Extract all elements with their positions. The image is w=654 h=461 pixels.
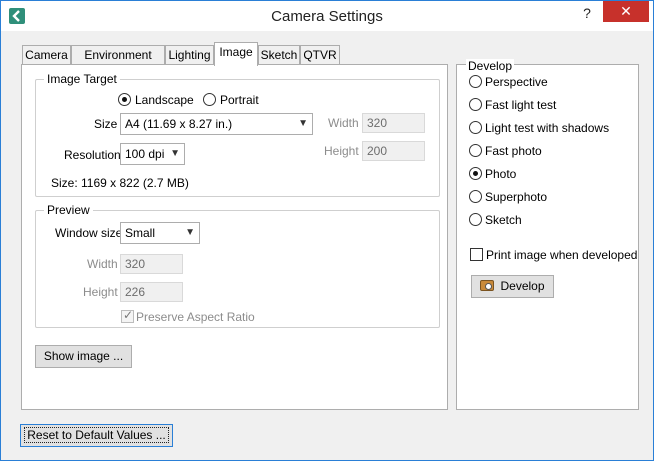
develop-option-perspective[interactable]: Perspective: [485, 75, 548, 89]
develop-option-light-test-shadows-radio[interactable]: [469, 121, 482, 134]
tab-environment[interactable]: Environment: [71, 45, 165, 65]
develop-option-fast-photo[interactable]: Fast photo: [485, 144, 542, 158]
tab-qtvr[interactable]: QTVR: [300, 45, 340, 65]
develop-option-fast-light-test-radio[interactable]: [469, 98, 482, 111]
develop-option-perspective-radio[interactable]: [469, 75, 482, 88]
develop-option-superphoto-radio[interactable]: [469, 190, 482, 203]
preview-group: Preview Window size Small ▼ Width 320 He…: [35, 203, 440, 328]
develop-option-superphoto[interactable]: Superphoto: [485, 190, 547, 204]
window-size-label: Window size: [55, 226, 123, 240]
camera-settings-window: Camera Settings ? ✕ Camera Environment L…: [0, 0, 654, 461]
size-select[interactable]: A4 (11.69 x 8.27 in.) ▼: [120, 113, 313, 135]
resolution-select[interactable]: 100 dpi ▼: [120, 143, 185, 165]
close-button[interactable]: ✕: [603, 1, 649, 22]
develop-button[interactable]: Develop: [471, 275, 554, 298]
develop-option-light-test-shadows[interactable]: Light test with shadows: [485, 121, 609, 135]
help-button[interactable]: ?: [577, 5, 597, 23]
image-target-group: Image Target Landscape Portrait Size A4 …: [35, 72, 440, 197]
camera-icon: [480, 280, 495, 291]
resolution-select-value: 100 dpi: [125, 147, 165, 161]
target-height-label: Height: [324, 144, 359, 158]
window-title: Camera Settings: [271, 8, 383, 25]
window-size-select[interactable]: Small ▼: [120, 222, 200, 244]
target-width-field[interactable]: 320: [362, 113, 425, 133]
image-target-title: Image Target: [44, 72, 120, 86]
preview-width-label: Width: [87, 257, 118, 271]
target-height-field[interactable]: 200: [362, 141, 425, 161]
tab-lighting[interactable]: Lighting: [165, 45, 214, 65]
develop-option-sketch-radio[interactable]: [469, 213, 482, 226]
landscape-radio[interactable]: [118, 93, 131, 106]
tab-sketch[interactable]: Sketch: [258, 45, 300, 65]
print-image-checkbox[interactable]: [470, 248, 483, 261]
develop-option-fast-light-test[interactable]: Fast light test: [485, 98, 556, 112]
size-select-value: A4 (11.69 x 8.27 in.): [125, 117, 233, 131]
portrait-radio[interactable]: [203, 93, 216, 106]
show-image-button[interactable]: Show image ...: [35, 345, 132, 368]
preview-height-field[interactable]: 226: [120, 282, 183, 302]
size-label: Size: [94, 117, 118, 131]
portrait-label[interactable]: Portrait: [220, 93, 259, 107]
chevron-down-icon: ▼: [298, 118, 308, 129]
tab-image[interactable]: Image: [214, 42, 258, 66]
chevron-down-icon: ▼: [185, 227, 195, 238]
preview-title: Preview: [44, 203, 93, 217]
develop-option-photo[interactable]: Photo: [485, 167, 516, 181]
preview-height-label: Height: [83, 285, 118, 299]
resolution-label: Resolution: [64, 148, 121, 162]
landscape-label[interactable]: Landscape: [135, 93, 194, 107]
reset-defaults-button[interactable]: Reset to Default Values ...: [20, 424, 173, 447]
preview-width-field[interactable]: 320: [120, 254, 183, 274]
tab-camera[interactable]: Camera: [22, 45, 71, 65]
window-size-value: Small: [125, 226, 156, 240]
chevron-down-icon: ▼: [170, 148, 180, 159]
image-tab-panel: Image Target Landscape Portrait Size A4 …: [21, 64, 448, 410]
title-bar: Camera Settings ? ✕: [1, 1, 653, 31]
develop-option-sketch[interactable]: Sketch: [485, 213, 522, 227]
reset-defaults-label: Reset to Default Values ...: [24, 427, 169, 443]
target-width-label: Width: [328, 116, 359, 130]
print-image-label[interactable]: Print image when developed: [486, 248, 637, 262]
develop-option-fast-photo-radio[interactable]: [469, 144, 482, 157]
develop-panel: Perspective Fast light test Light test w…: [456, 64, 639, 410]
develop-button-label: Develop: [500, 279, 545, 293]
develop-option-photo-radio[interactable]: [469, 167, 482, 180]
preserve-aspect-label[interactable]: Preserve Aspect Ratio: [136, 310, 255, 324]
develop-title: Develop: [466, 59, 515, 73]
size-info-text: Size: 1169 x 822 (2.7 MB): [51, 176, 189, 190]
preserve-aspect-checkbox[interactable]: [121, 308, 134, 323]
